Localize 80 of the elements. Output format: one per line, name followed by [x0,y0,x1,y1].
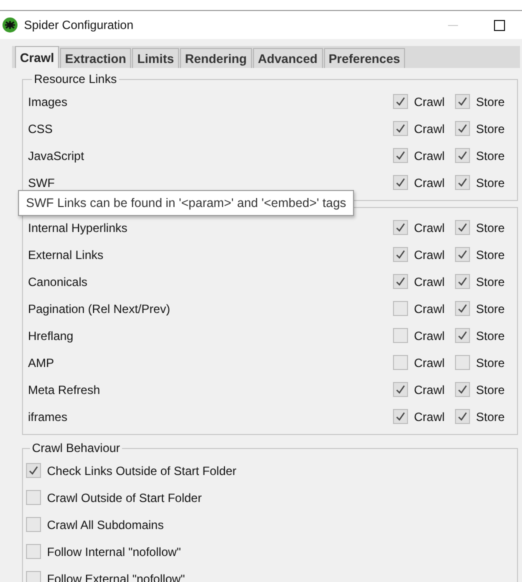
checkbox-label: Store [476,328,505,342]
checkbox[interactable] [455,301,470,316]
checkbox[interactable] [393,382,408,397]
checkbox-label: Crawl [414,148,445,162]
checkbox[interactable] [26,463,41,478]
checkbox-label: Store [476,302,505,316]
row-label: iframes [28,410,68,424]
checkbox-label: Follow Internal "nofollow" [47,544,181,558]
tab[interactable]: Advanced [252,48,323,68]
checkbox[interactable] [393,94,408,109]
checkbox[interactable] [455,121,470,136]
checkbox-label: Crawl [414,176,445,190]
checkbox-label: Store [476,410,505,424]
row-label: Meta Refresh [28,382,102,396]
row-label: Pagination (Rel Next/Prev) [28,302,172,316]
checkbox[interactable] [455,94,470,109]
checkbox-label: Check Links Outside of Start Folder [47,464,236,478]
checkbox[interactable] [455,355,470,370]
row-label: SWF [28,176,56,190]
checkbox-label: Store [476,356,505,370]
checkbox[interactable] [393,355,408,370]
tab[interactable]: Crawl [15,46,60,68]
checkbox[interactable] [26,544,41,559]
checkbox-label: Store [476,148,505,162]
row-label: Images [28,94,68,108]
checkbox[interactable] [26,490,41,505]
checkbox[interactable] [393,301,408,316]
checkbox[interactable] [455,148,470,163]
checkbox[interactable] [455,247,470,262]
checkbox-label: Crawl [414,122,445,136]
tab[interactable]: Preferences [324,48,406,68]
window-title: Spider Configuration [24,18,134,32]
checkbox[interactable] [393,409,408,424]
checkbox[interactable] [393,328,408,343]
row-label: Canonicals [28,274,88,288]
checkbox[interactable] [26,517,41,532]
checkbox-label: Store [476,220,505,234]
checkbox-label: Crawl Outside of Start Folder [47,490,202,504]
checkbox[interactable] [393,274,408,289]
checkbox-label: Store [476,122,505,136]
checkbox-label: Store [476,274,505,288]
checkbox-label: Store [476,248,505,262]
checkbox-label: Crawl [414,410,445,424]
checkbox[interactable] [455,328,470,343]
checkbox-label: Store [476,176,505,190]
checkbox[interactable] [455,382,470,397]
checkbox[interactable] [393,220,408,235]
checkbox[interactable] [393,247,408,262]
checkbox[interactable] [26,571,41,582]
checkbox-label: Crawl [414,274,445,288]
group-title: Resource Links [33,72,118,86]
checkbox-label: Crawl [414,220,445,234]
row-label: JavaScript [28,148,86,162]
row-label: AMP [28,356,56,370]
checkbox-label: Store [476,382,505,396]
tab[interactable]: Rendering [180,48,252,68]
group-title: Crawl Behaviour [31,441,122,455]
checkbox-label: Crawl [414,94,445,108]
checkbox[interactable] [455,409,470,424]
checkbox-label: Crawl [414,328,445,342]
checkbox[interactable] [455,175,470,190]
checkbox-label: Crawl [414,382,445,396]
checkbox-label: Crawl All Subdomains [47,518,164,532]
tooltip: SWF Links can be found in '<param>' and '<embed>' tags [18,190,354,216]
checkbox-label: Store [476,94,505,108]
checkbox-label: Crawl [414,302,445,316]
row-label: Hreflang [28,328,74,342]
checkbox[interactable] [393,121,408,136]
row-label: Internal Hyperlinks [28,220,128,234]
checkbox[interactable] [393,175,408,190]
checkbox-label: Crawl [414,356,445,370]
checkbox[interactable] [393,148,408,163]
spider-icon [2,17,18,33]
checkbox[interactable] [455,274,470,289]
tab[interactable]: Limits [132,48,179,68]
row-label: External Links [28,248,104,262]
tab[interactable]: Extraction [60,48,132,68]
checkbox-label: Crawl [414,248,445,262]
checkbox[interactable] [455,220,470,235]
row-label: CSS [28,122,54,136]
